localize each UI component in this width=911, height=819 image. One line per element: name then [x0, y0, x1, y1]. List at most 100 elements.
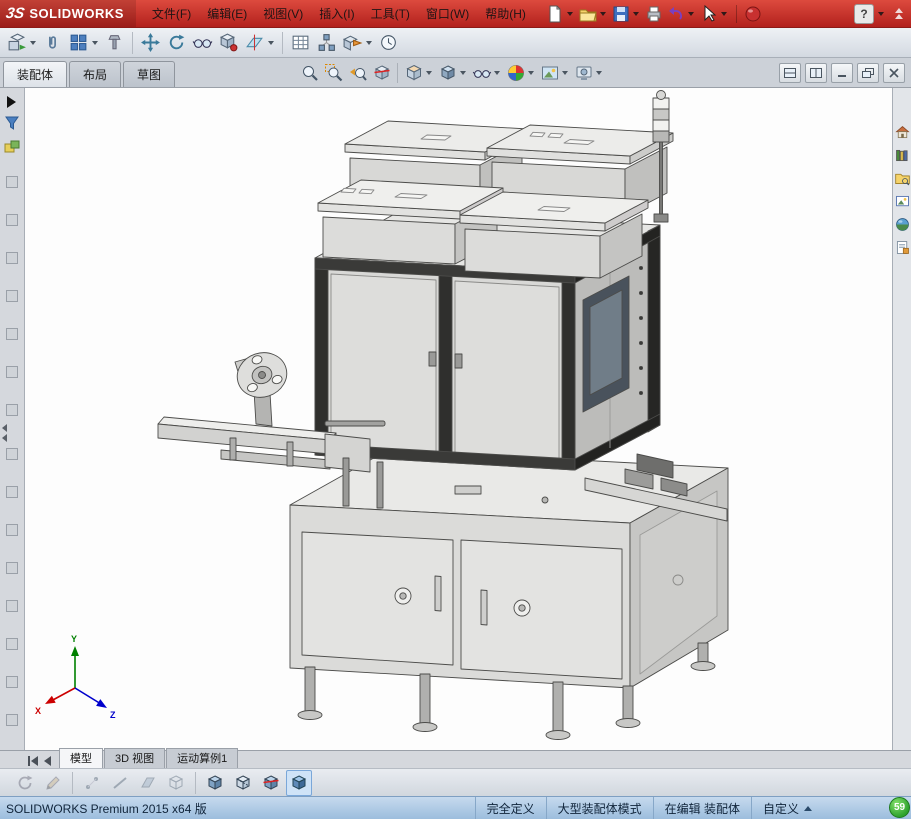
view-settings-button[interactable]: [572, 61, 595, 85]
flyout-expand-icon[interactable]: [7, 96, 16, 108]
tab-model[interactable]: 模型: [59, 748, 103, 768]
view-orientation-button[interactable]: [402, 61, 425, 85]
design-library-button[interactable]: [894, 147, 911, 164]
tab-assembly[interactable]: 装配体: [3, 61, 68, 87]
section-cube-button[interactable]: [258, 770, 284, 796]
new-document-dropdown[interactable]: [566, 11, 573, 16]
pattern-dropdown[interactable]: [92, 40, 98, 45]
selection-filter-button[interactable]: [3, 114, 21, 132]
filter-edges-button[interactable]: [107, 770, 133, 796]
insert-components-button[interactable]: [4, 30, 29, 55]
reference-geometry-icon: [246, 34, 263, 51]
filter-faces-button[interactable]: [135, 770, 161, 796]
section-view-button[interactable]: [370, 61, 393, 85]
solidworks-resources-button[interactable]: [894, 124, 911, 141]
restore-button[interactable]: [857, 63, 879, 83]
tab-3d-views[interactable]: 3D 视图: [104, 748, 166, 768]
tile-horizontal-button[interactable]: [779, 63, 801, 83]
select-button[interactable]: [698, 3, 720, 25]
top-machine-units-component[interactable]: [317, 120, 674, 279]
view-palette-button[interactable]: [894, 193, 911, 210]
hide-show-dropdown[interactable]: [494, 71, 500, 75]
menu-tools[interactable]: 工具(T): [363, 1, 418, 26]
edit-part-button[interactable]: [40, 770, 66, 796]
graphics-area[interactable]: Y X Z: [25, 88, 892, 750]
file-explorer-button[interactable]: [894, 170, 911, 187]
custom-properties-button[interactable]: [894, 239, 911, 256]
mate-button[interactable]: [40, 30, 65, 55]
help-button[interactable]: ?: [854, 3, 874, 24]
menu-help[interactable]: 帮助(H): [477, 1, 534, 26]
favorites-button[interactable]: [3, 138, 21, 156]
apply-scene-dropdown[interactable]: [562, 71, 568, 75]
view-orientation-dropdown[interactable]: [426, 71, 432, 75]
instant-3d-button[interactable]: [340, 30, 365, 55]
menu-file[interactable]: 文件(F): [144, 1, 199, 26]
view-settings-dropdown[interactable]: [596, 71, 602, 75]
exploded-view-button[interactable]: [314, 30, 339, 55]
previous-view-button[interactable]: [346, 61, 369, 85]
triad-z-label: Z: [110, 710, 116, 720]
panel-splitter[interactable]: [2, 424, 7, 442]
insert-components-dropdown[interactable]: [30, 40, 36, 45]
assembly-features-button[interactable]: [216, 30, 241, 55]
filter-bodies-button[interactable]: [163, 770, 189, 796]
reference-geometry-button[interactable]: [242, 30, 267, 55]
tab-sketch[interactable]: 草图: [123, 61, 176, 87]
apply-scene-button[interactable]: [538, 61, 561, 85]
status-large-assembly-mode[interactable]: 大型装配体模式: [545, 797, 653, 819]
appearances-scenes-button[interactable]: [894, 216, 911, 233]
menu-edit[interactable]: 编辑(E): [199, 1, 255, 26]
tile-vertical-button[interactable]: [805, 63, 827, 83]
notification-badge[interactable]: 59: [889, 797, 910, 818]
reference-geometry-dropdown[interactable]: [268, 40, 274, 45]
help-dropdown[interactable]: [878, 11, 884, 16]
display-style-button[interactable]: [436, 61, 459, 85]
instant-3d-dropdown[interactable]: [366, 40, 372, 45]
undo-dropdown[interactable]: [687, 11, 694, 16]
menu-window[interactable]: 窗口(W): [418, 1, 477, 26]
tab-scroll-left-button[interactable]: [44, 756, 51, 766]
tree-node-box: [6, 676, 18, 688]
linear-component-pattern-button[interactable]: [66, 30, 91, 55]
open-dropdown[interactable]: [599, 11, 606, 16]
status-custom[interactable]: 自定义: [750, 797, 823, 819]
save-button[interactable]: [610, 3, 632, 25]
new-motion-study-button[interactable]: [376, 30, 401, 55]
tab-scroll-first-button[interactable]: [28, 756, 38, 766]
move-component-button[interactable]: [138, 30, 163, 55]
edit-appearance-button[interactable]: [504, 61, 527, 85]
collapse-menu-icon[interactable]: [895, 8, 903, 19]
tile-vertical-icon: [810, 68, 822, 78]
bill-of-materials-button[interactable]: [288, 30, 313, 55]
print-button[interactable]: [643, 3, 665, 25]
filter-vertices-button[interactable]: [79, 770, 105, 796]
minimize-button[interactable]: [831, 63, 853, 83]
zoom-to-fit-button[interactable]: [298, 61, 321, 85]
show-hidden-components-button[interactable]: [190, 30, 215, 55]
edit-appearance-dropdown[interactable]: [528, 71, 534, 75]
large-assembly-mode-button[interactable]: [286, 769, 312, 796]
undo-button[interactable]: [665, 3, 687, 25]
zoom-to-area-button[interactable]: [322, 61, 345, 85]
save-dropdown[interactable]: [632, 11, 639, 16]
display-style-dropdown[interactable]: [460, 71, 466, 75]
hidden-lines-visible-button[interactable]: [230, 770, 256, 796]
new-document-button[interactable]: [544, 3, 566, 25]
3d-assembly-model[interactable]: Y X Z: [25, 88, 892, 750]
select-dropdown[interactable]: [720, 11, 727, 16]
close-button[interactable]: [883, 63, 905, 83]
hide-show-items-button[interactable]: [470, 61, 493, 85]
rotate-component-button[interactable]: [164, 30, 189, 55]
open-button[interactable]: [577, 3, 599, 25]
shaded-with-edges-button[interactable]: [202, 770, 228, 796]
favorites-icon: [4, 140, 20, 153]
smart-fasteners-button[interactable]: [102, 30, 127, 55]
screen-refresh-button[interactable]: [12, 770, 38, 796]
base-cabinet-component[interactable]: [289, 449, 729, 689]
tab-layout[interactable]: 布局: [69, 61, 122, 87]
menu-view[interactable]: 视图(V): [255, 1, 311, 26]
tab-motion-study-1[interactable]: 运动算例1: [166, 748, 239, 768]
rebuild-button[interactable]: [742, 3, 764, 25]
menu-insert[interactable]: 插入(I): [311, 1, 362, 26]
